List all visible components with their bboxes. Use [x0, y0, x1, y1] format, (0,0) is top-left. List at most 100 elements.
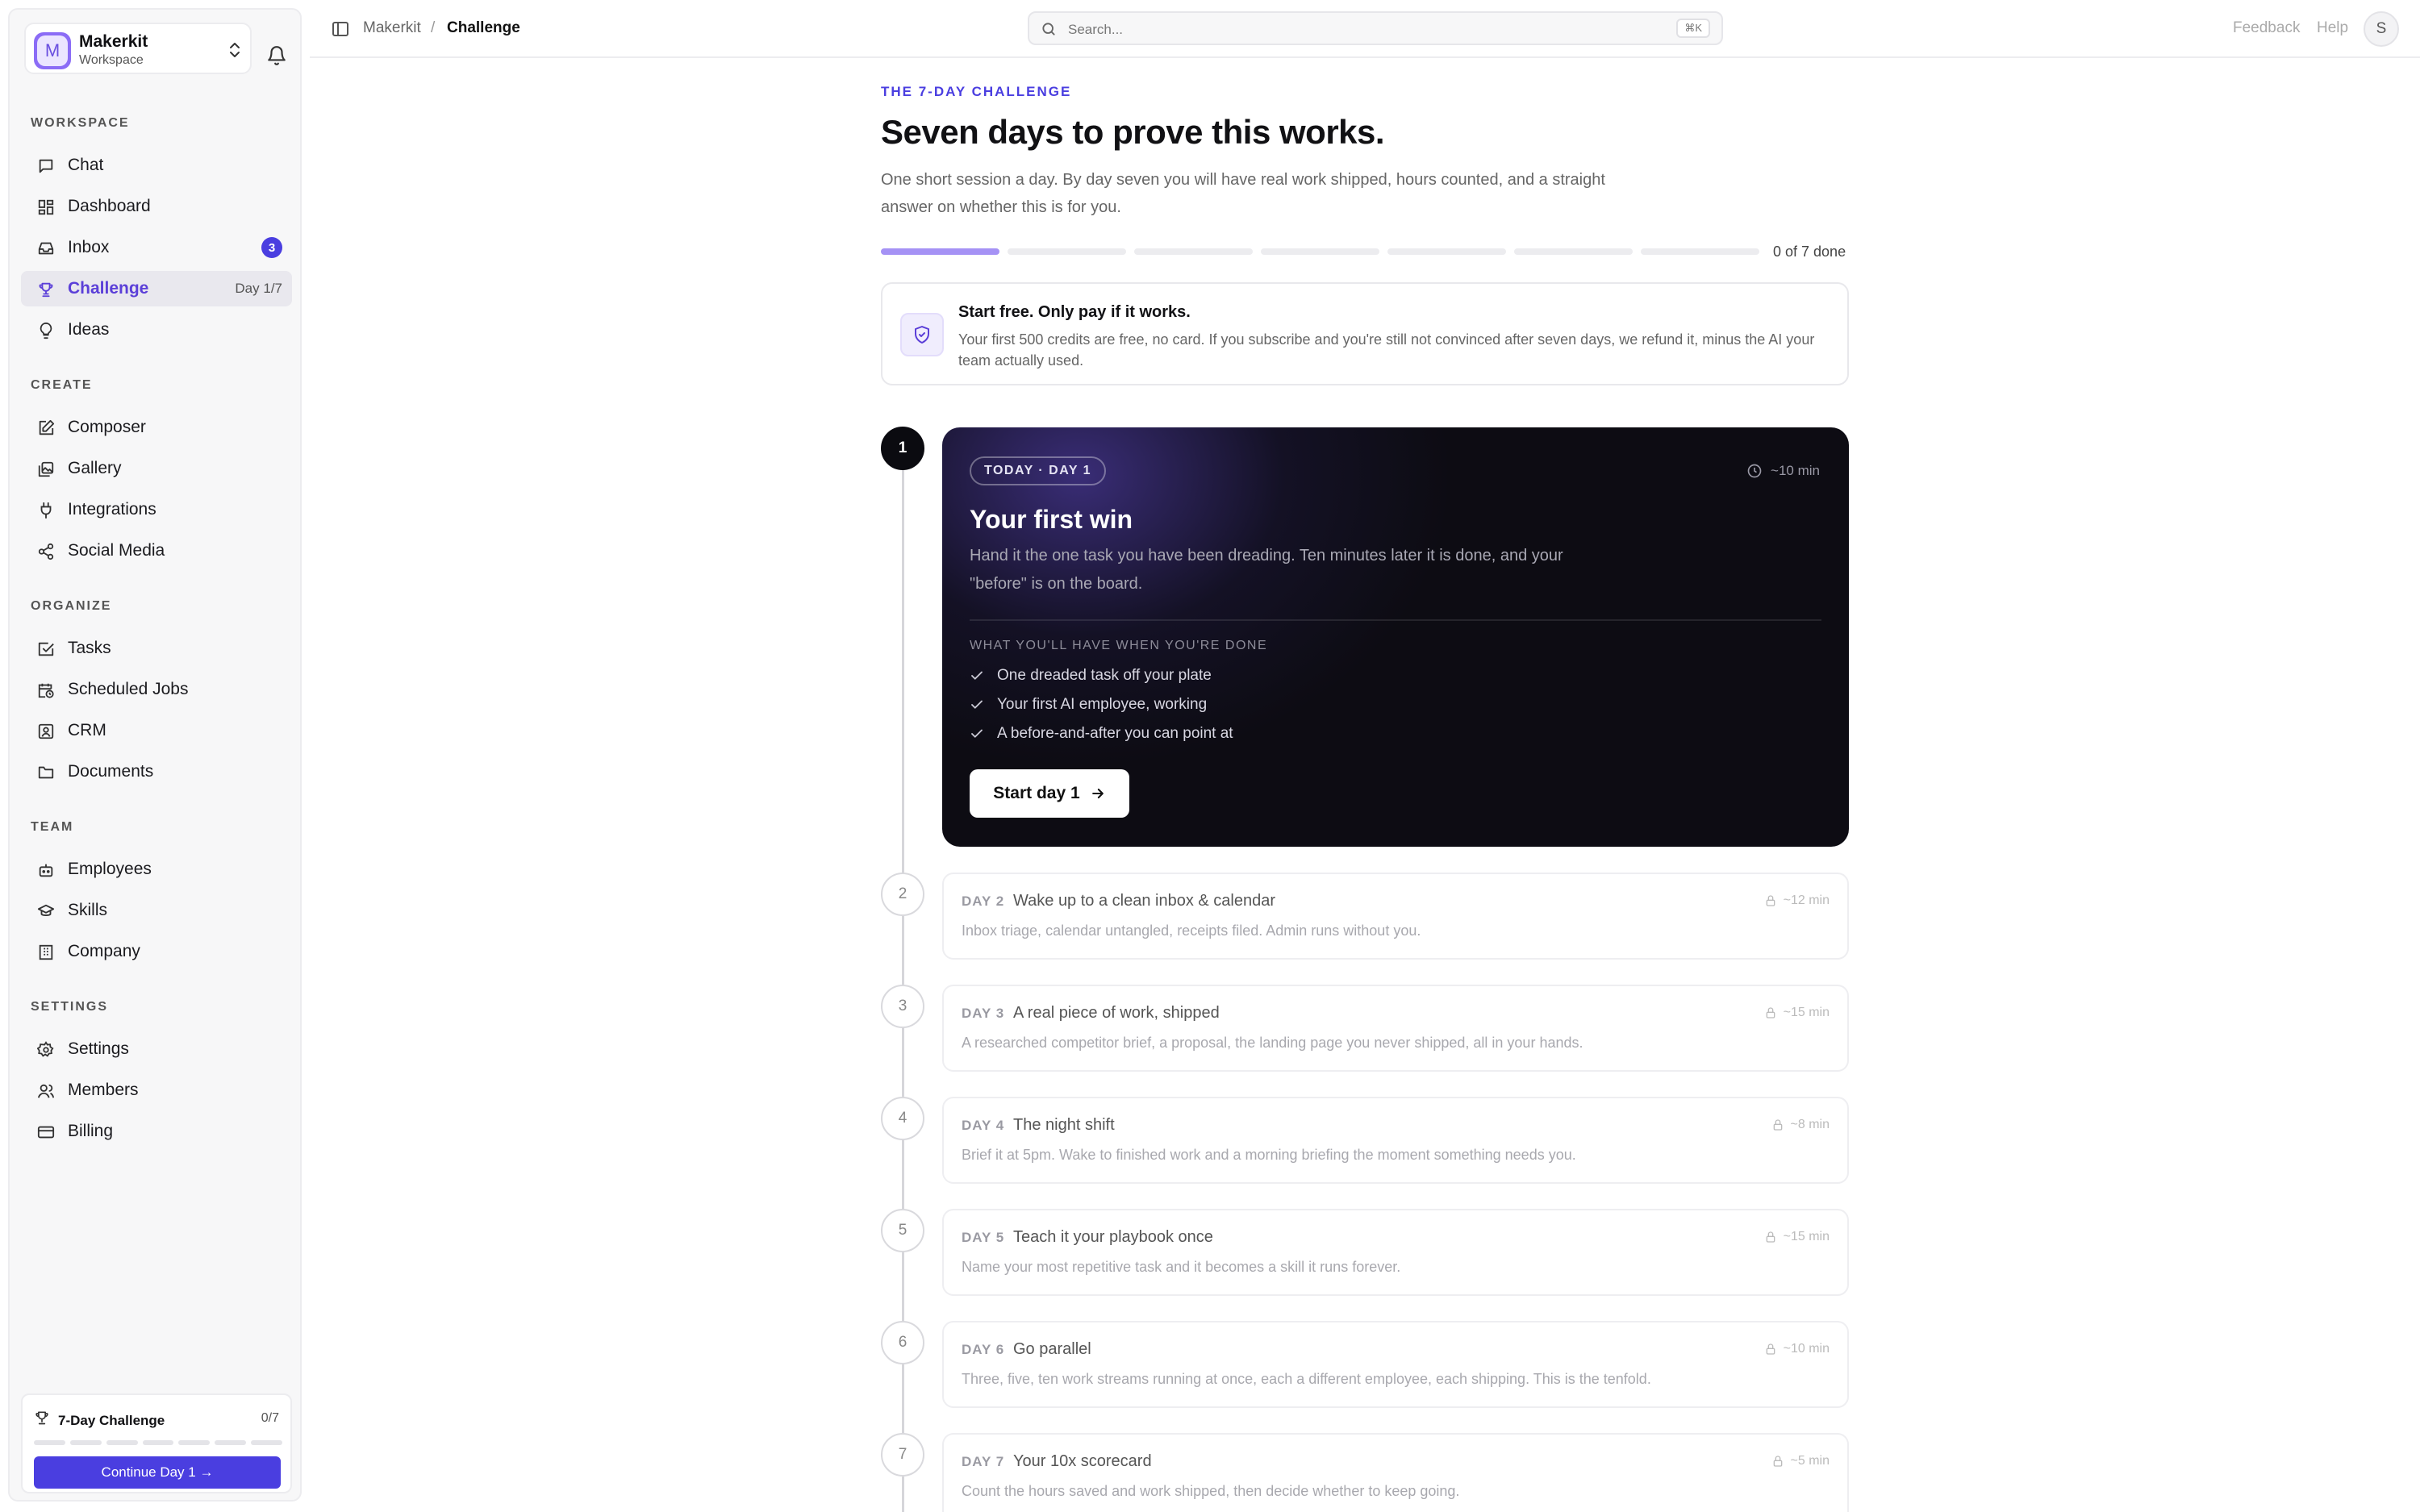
feedback-link[interactable]: Feedback [2233, 19, 2300, 37]
day-number-4: 4 [881, 1097, 924, 1140]
inbox-icon [38, 242, 54, 255]
section-label-create: CREATE [31, 378, 93, 392]
trophy-icon [39, 282, 53, 298]
challenge-day-meta: Day 1/7 [235, 281, 282, 296]
day-duration: ~10 min [1764, 1342, 1830, 1356]
check-icon [971, 671, 983, 680]
day-label: DAY 4 [962, 1118, 1005, 1133]
search-icon [1042, 23, 1055, 35]
day-description: Brief it at 5pm. Wake to finished work a… [962, 1147, 1576, 1163]
sidebar-item-members[interactable]: Members [21, 1073, 292, 1108]
day-number-7: 7 [881, 1433, 924, 1477]
sidebar-item-gallery[interactable]: Gallery [21, 451, 292, 486]
dashboard-icon [38, 199, 54, 215]
sidebar-item-ideas[interactable]: Ideas [21, 312, 292, 348]
outcome-item: A before-and-after you can point at [970, 719, 1233, 748]
sidebar-toggle-icon[interactable] [331, 19, 350, 39]
workspace-switcher[interactable]: M Makerkit Workspace [24, 23, 252, 74]
today-description: Hand it the one task you have been dread… [970, 547, 1563, 593]
outcome-item: Your first AI employee, working [970, 690, 1233, 719]
sidebar-item-inbox[interactable]: Inbox 3 [21, 230, 292, 265]
arrow-right-icon [1091, 788, 1104, 799]
challenge-widget-progress [34, 1440, 283, 1445]
page-eyebrow: THE 7-DAY CHALLENGE [881, 84, 1072, 99]
user-avatar[interactable]: S [2364, 11, 2399, 47]
sidebar-item-dashboard[interactable]: Dashboard [21, 189, 292, 224]
lock-icon [1766, 1007, 1775, 1018]
day-title: Teach it your playbook once [1013, 1228, 1213, 1246]
bot-icon [39, 864, 53, 877]
folder-icon [38, 766, 54, 779]
search-placeholder: Search... [1068, 22, 1124, 37]
topbar: Makerkit / Challenge Search... ⌘K Feedba… [310, 0, 2420, 58]
day-number-6: 6 [881, 1321, 924, 1364]
day-description: Name your most repetitive task and it be… [962, 1259, 1401, 1275]
outcomes-list: One dreaded task off your plate Your fir… [970, 661, 1233, 748]
inbox-count-badge: 3 [261, 237, 282, 258]
sidebar-item-skills[interactable]: Skills [21, 893, 292, 928]
sidebar-item-documents[interactable]: Documents [21, 754, 292, 789]
calendar-clock-icon [38, 683, 54, 698]
help-link[interactable]: Help [2317, 19, 2348, 37]
day-label: DAY 2 [962, 893, 1005, 909]
guarantee-title: Start free. Only pay if it works. [958, 303, 1191, 321]
day-description: Inbox triage, calendar untangled, receip… [962, 923, 1421, 939]
guarantee-card: Start free. Only pay if it works. Your f… [881, 282, 1849, 385]
sidebar-item-employees[interactable]: Employees [21, 852, 292, 887]
search-input[interactable]: Search... ⌘K [1028, 11, 1723, 45]
workspace-sub: Workspace [79, 53, 144, 67]
page-title: Seven days to prove this works. [881, 113, 1385, 151]
chevron-up-down-icon [230, 43, 240, 57]
day-label: DAY 7 [962, 1454, 1005, 1469]
sidebar-item-settings[interactable]: Settings [21, 1031, 292, 1067]
challenge-progress-bar [881, 248, 1759, 255]
credit-card-icon [37, 1126, 55, 1139]
sidebar-item-composer[interactable]: Composer [21, 410, 292, 445]
page-subtitle: One short session a day. By day seven yo… [881, 171, 1605, 216]
lock-icon [1766, 1343, 1775, 1355]
bell-icon[interactable] [266, 45, 287, 66]
day-title: Go parallel [1013, 1340, 1091, 1358]
sidebar-item-social-media[interactable]: Social Media [21, 533, 292, 569]
day-title: Your 10x scorecard [1013, 1452, 1152, 1470]
trophy-icon [35, 1411, 48, 1425]
users-icon [37, 1084, 55, 1098]
start-day-button[interactable]: Start day 1 [970, 769, 1129, 818]
progress-label: 0 of 7 done [1773, 244, 1846, 260]
sidebar-item-billing[interactable]: Billing [21, 1114, 292, 1149]
building-icon [39, 944, 53, 960]
lightbulb-icon [40, 322, 52, 339]
breadcrumb-makerkit[interactable]: Makerkit [363, 19, 421, 37]
lock-icon [1773, 1456, 1782, 1467]
section-label-team: TEAM [31, 820, 74, 834]
sidebar-item-integrations[interactable]: Integrations [21, 492, 292, 527]
day-duration: ~8 min [1771, 1118, 1830, 1132]
gallery-icon [38, 461, 54, 477]
share-icon [38, 543, 54, 560]
section-label-workspace: WORKSPACE [31, 116, 130, 130]
shield-check-icon [900, 313, 944, 356]
day-description: Three, five, ten work streams running at… [962, 1371, 1651, 1387]
day-description: Count the hours saved and work shipped, … [962, 1483, 1460, 1499]
graduation-cap-icon [37, 904, 55, 916]
day-duration: ~5 min [1771, 1454, 1830, 1468]
sidebar-item-scheduled-jobs[interactable]: Scheduled Jobs [21, 672, 292, 707]
workspace-name: Makerkit [79, 32, 148, 51]
day-label: DAY 6 [962, 1342, 1005, 1357]
sidebar-item-tasks[interactable]: Tasks [21, 631, 292, 666]
sidebar-item-crm[interactable]: CRM [21, 713, 292, 748]
search-shortcut: ⌘K [1676, 19, 1710, 38]
outcomes-label: WHAT YOU'LL HAVE WHEN YOU'RE DONE [970, 639, 1268, 652]
clock-icon [1747, 464, 1762, 478]
sidebar-item-company[interactable]: Company [21, 934, 292, 969]
today-title: Your first win [970, 505, 1133, 534]
check-icon [971, 700, 983, 709]
section-label-settings: SETTINGS [31, 1000, 109, 1014]
sidebar-item-challenge[interactable]: Challenge Day 1/7 [21, 271, 292, 306]
challenge-widget-title: 7-Day Challenge [58, 1413, 165, 1428]
check-icon [971, 729, 983, 738]
day-card-6: DAY 6 Go parallel ~10 min Three, five, t… [942, 1321, 1849, 1408]
sidebar-item-chat[interactable]: Chat [21, 148, 292, 183]
day-duration: ~15 min [1764, 1006, 1830, 1020]
continue-day-button[interactable]: Continue Day 1 → [34, 1456, 281, 1489]
